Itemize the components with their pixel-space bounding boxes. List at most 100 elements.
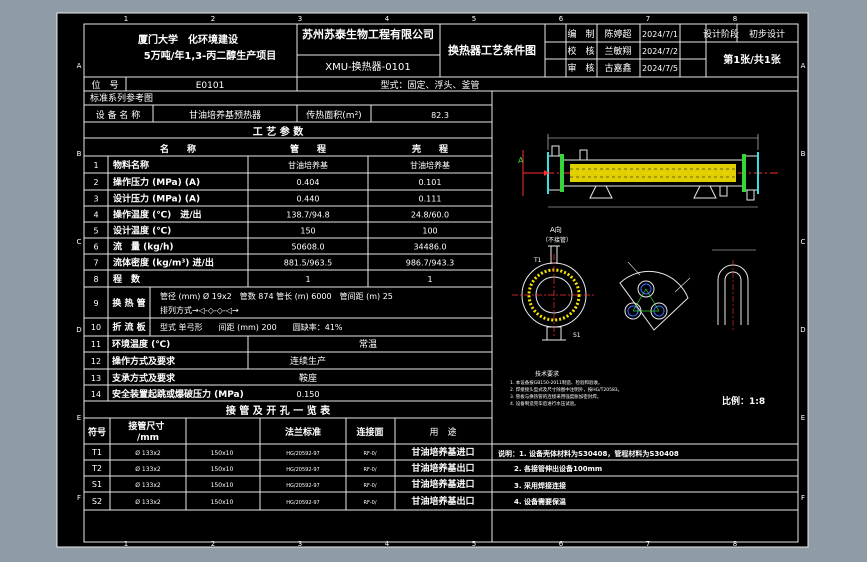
param-name: 操作温度 (℃) 进/出 <box>113 209 202 221</box>
nozzle-rating: 150x10 <box>211 450 234 457</box>
frame-row-mark: A <box>801 62 806 70</box>
operation-mode-label: 操作方式及要求 <box>112 355 176 367</box>
tech-note-line: 2. 焊接接头型式及尺寸除图中注明外，按HG/T20583。 <box>510 386 622 393</box>
tube-bundle-label: 换 热 管 <box>112 297 145 309</box>
tube-side-value: 50608.0 <box>291 243 324 252</box>
safety-pressure-value: 0.150 <box>297 390 320 399</box>
param-no: 14 <box>91 390 101 399</box>
safety-pressure-label: 安全装置起跳或爆破压力 (MPa) <box>112 388 244 400</box>
shell-side-value: 0.101 <box>419 178 442 187</box>
frame-column-mark: 4 <box>385 15 390 23</box>
tube-side-value: 1 <box>305 275 310 284</box>
frame-column-mark: 6 <box>559 540 564 548</box>
nozzle-mark: T2 <box>91 464 102 473</box>
frame-row-mark: C <box>77 238 82 246</box>
param-name: 设计温度 (℃) <box>113 225 171 237</box>
sign-row-1: 编 制 陈婷超 2024/7/1 <box>567 28 677 40</box>
nozzle-use: 甘油培养基进口 <box>411 446 474 458</box>
frame-column-mark: 4 <box>385 540 390 548</box>
sign-name: 陈婷超 <box>604 28 631 40</box>
flange-standard: HG/20592-97 <box>286 451 319 457</box>
remark-line: 2. 各接管伸出设备100mm <box>514 464 602 473</box>
param-no: 4 <box>93 211 98 220</box>
sign-row-3: 审 核 古嘉鑫 2024/7/5 <box>567 62 677 74</box>
frame-column-mark: 2 <box>211 15 215 23</box>
nozzle-size: Ø 133x2 <box>135 482 161 489</box>
tube-spec: 管径 (mm) Ø 19x2 管数 874 管长 (m) 6000 管间距 (m… <box>160 291 393 301</box>
param-name: 流 量 (kg/h) <box>113 241 173 253</box>
nozzle-mark: S2 <box>92 497 102 506</box>
standard-label: 标准系列参考图 <box>90 92 153 104</box>
param-name: 设计压力 (MPa) (A) <box>113 193 200 205</box>
nozzle-header-face: 连接面 <box>356 426 383 438</box>
view-a-title: A向 <box>550 225 562 234</box>
frame-column-mark: 8 <box>733 540 737 548</box>
baffle-label: 折 流 板 <box>112 321 146 333</box>
tag-value: E0101 <box>196 81 225 91</box>
cad-drawing-canvas: 1122334455667788A AB BC CD DE EF F 厦门大学 化环境建设 … <box>56 12 809 548</box>
frame-row-mark: D <box>76 326 81 334</box>
area-value: 82.3 <box>431 111 449 120</box>
frame-column-mark: 7 <box>646 540 650 548</box>
view-a-subtitle: （不接管） <box>542 236 572 244</box>
nozzle-header-use: 用 途 <box>429 426 456 438</box>
param-no: 5 <box>93 227 98 236</box>
flange-standard: HG/20592-97 <box>286 500 319 506</box>
drawing-number: XMU-换热器-0101 <box>325 60 410 73</box>
support-mode-value: 鞍座 <box>299 372 317 384</box>
label-t1: T1 <box>533 257 542 264</box>
frame-column-mark: 5 <box>472 540 476 548</box>
view-a-letter: A <box>518 156 524 165</box>
shell-side-value: 34486.0 <box>413 243 446 252</box>
sign-date: 2024/7/1 <box>642 30 678 39</box>
sign-date: 2024/7/2 <box>642 47 678 56</box>
frame-row-mark: B <box>77 150 82 158</box>
param-no: 1 <box>93 161 98 170</box>
nozzle-rating: 150x10 <box>211 482 234 489</box>
tubesheet-right <box>742 154 746 192</box>
shell-side-value: 24.8/60.0 <box>411 211 449 220</box>
tech-note-line: 4. 设备制造完毕后进行水压试验。 <box>510 400 579 407</box>
shell-side-value: 0.111 <box>419 195 442 204</box>
stage-label: 设计阶段 <box>703 28 739 40</box>
param-name: 程 数 <box>113 273 141 285</box>
remark-line: 3. 采用焊接连接 <box>514 481 566 490</box>
nozzle-size: Ø 133x2 <box>135 499 161 506</box>
tube-side-value: 0.404 <box>297 178 320 187</box>
sign-row-2: 校 核 兰敏翔 2024/7/2 <box>567 45 677 57</box>
connection-face: RF-0/ <box>363 451 376 457</box>
shell-side-value: 986.7/943.3 <box>406 259 455 268</box>
frame-row-mark: F <box>801 494 805 502</box>
tube-layout: 排列方式→◁-◇-◇-◁→ <box>160 305 239 315</box>
support-mode-label: 支承方式及要求 <box>111 372 176 384</box>
process-header-tube: 管 程 <box>290 143 326 155</box>
param-no: 12 <box>91 357 101 366</box>
equipment-type: 型式：固定、浮头、釜管 <box>380 79 479 91</box>
flange-standard: HG/20592-97 <box>286 483 319 489</box>
frame-column-mark: 3 <box>298 15 302 23</box>
tube-side-value: 150 <box>300 227 315 236</box>
shell-side-value: 1 <box>427 275 432 284</box>
nozzle-size: Ø 133x2 <box>135 466 161 473</box>
frame-column-mark: 6 <box>559 15 564 23</box>
nozzle-size: Ø 133x2 <box>135 450 161 457</box>
frame-row-mark: D <box>800 326 805 334</box>
project-name: 5万吨/年1,3-丙二醇生产项目 <box>144 49 276 62</box>
tech-notes-title: 技术要求 <box>535 370 559 378</box>
nozzle-mark: T1 <box>91 448 102 457</box>
shell-side-value: 甘油培养基 <box>410 160 450 170</box>
nozzle-section-title: 接 管 及 开 孔 一 览 表 <box>226 404 331 417</box>
param-no: 2 <box>93 178 98 187</box>
frame-column-mark: 1 <box>124 15 128 23</box>
remark-line: 4. 设备需要保温 <box>514 497 566 506</box>
tube-side-value: 0.440 <box>297 195 320 204</box>
scale-text: 比例：1:8 <box>722 395 765 407</box>
param-no: 3 <box>93 195 98 204</box>
frame-column-mark: 8 <box>733 15 737 23</box>
frame-column-mark: 7 <box>646 15 650 23</box>
sign-role: 编 制 <box>567 28 594 40</box>
param-no: 13 <box>91 374 101 383</box>
param-name: 物料名称 <box>113 159 149 171</box>
tube-side-value: 甘油培养基 <box>288 160 328 170</box>
connection-face: RF-0/ <box>363 467 376 473</box>
